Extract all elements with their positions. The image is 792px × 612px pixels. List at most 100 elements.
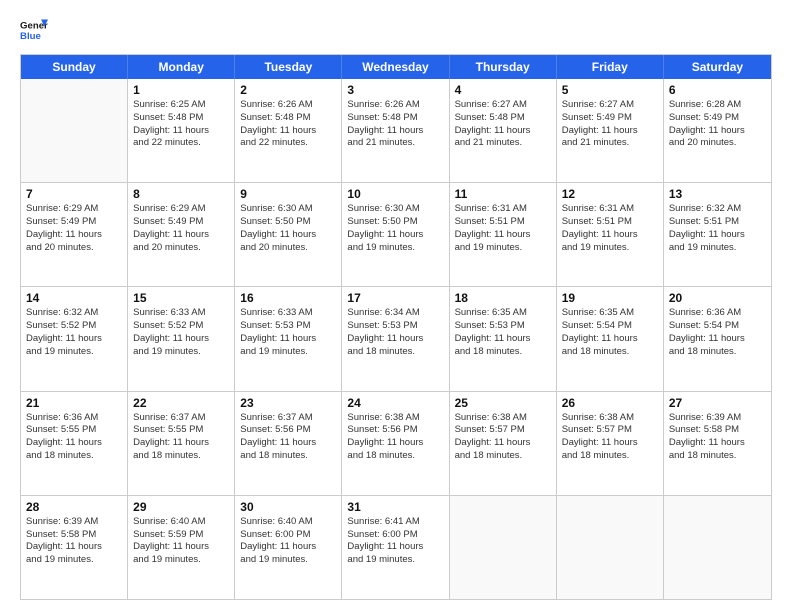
cell-info-line: Sunset: 5:56 PM xyxy=(240,424,336,437)
cell-info-line: Sunset: 5:52 PM xyxy=(133,320,229,333)
day-number: 1 xyxy=(133,83,229,97)
cell-info-line: Sunrise: 6:34 AM xyxy=(347,307,443,320)
day-number: 5 xyxy=(562,83,658,97)
cell-info-line: Daylight: 11 hours xyxy=(133,333,229,346)
cell-info-line: Sunset: 5:48 PM xyxy=(133,112,229,125)
cell-info-line: Daylight: 11 hours xyxy=(455,125,551,138)
calendar-row-1: 7Sunrise: 6:29 AMSunset: 5:49 PMDaylight… xyxy=(21,183,771,287)
cell-info-line: Daylight: 11 hours xyxy=(562,333,658,346)
header-cell-saturday: Saturday xyxy=(664,55,771,79)
cell-info-line: Sunrise: 6:30 AM xyxy=(347,203,443,216)
cell-info-line: Daylight: 11 hours xyxy=(669,333,766,346)
calendar-cell: 14Sunrise: 6:32 AMSunset: 5:52 PMDayligh… xyxy=(21,287,128,390)
cell-info-line: Daylight: 11 hours xyxy=(26,541,122,554)
cell-info-line: Sunset: 5:48 PM xyxy=(240,112,336,125)
header-cell-tuesday: Tuesday xyxy=(235,55,342,79)
cell-info-line: Daylight: 11 hours xyxy=(347,437,443,450)
cell-info-line: and 18 minutes. xyxy=(562,346,658,359)
calendar-cell: 28Sunrise: 6:39 AMSunset: 5:58 PMDayligh… xyxy=(21,496,128,599)
cell-info-line: Sunset: 5:51 PM xyxy=(455,216,551,229)
day-number: 20 xyxy=(669,291,766,305)
cell-info-line: and 18 minutes. xyxy=(455,346,551,359)
logo: General Blue xyxy=(20,16,48,44)
cell-info-line: Sunset: 5:51 PM xyxy=(669,216,766,229)
day-number: 15 xyxy=(133,291,229,305)
day-number: 4 xyxy=(455,83,551,97)
day-number: 16 xyxy=(240,291,336,305)
cell-info-line: Sunrise: 6:38 AM xyxy=(347,412,443,425)
calendar-header: SundayMondayTuesdayWednesdayThursdayFrid… xyxy=(21,55,771,79)
cell-info-line: Sunrise: 6:32 AM xyxy=(669,203,766,216)
cell-info-line: Sunrise: 6:31 AM xyxy=(455,203,551,216)
day-number: 23 xyxy=(240,396,336,410)
cell-info-line: and 19 minutes. xyxy=(240,346,336,359)
cell-info-line: Daylight: 11 hours xyxy=(669,229,766,242)
cell-info-line: Daylight: 11 hours xyxy=(240,541,336,554)
cell-info-line: and 19 minutes. xyxy=(562,242,658,255)
cell-info-line: Sunrise: 6:26 AM xyxy=(240,99,336,112)
cell-info-line: Sunrise: 6:36 AM xyxy=(26,412,122,425)
cell-info-line: and 18 minutes. xyxy=(26,450,122,463)
calendar-cell: 8Sunrise: 6:29 AMSunset: 5:49 PMDaylight… xyxy=(128,183,235,286)
cell-info-line: Sunrise: 6:27 AM xyxy=(562,99,658,112)
cell-info-line: and 18 minutes. xyxy=(455,450,551,463)
cell-info-line: Sunrise: 6:29 AM xyxy=(26,203,122,216)
calendar-cell: 27Sunrise: 6:39 AMSunset: 5:58 PMDayligh… xyxy=(664,392,771,495)
day-number: 13 xyxy=(669,187,766,201)
cell-info-line: Sunset: 5:56 PM xyxy=(347,424,443,437)
cell-info-line: Daylight: 11 hours xyxy=(347,333,443,346)
calendar-cell: 9Sunrise: 6:30 AMSunset: 5:50 PMDaylight… xyxy=(235,183,342,286)
cell-info-line: Sunrise: 6:38 AM xyxy=(455,412,551,425)
cell-info-line: Daylight: 11 hours xyxy=(669,437,766,450)
cell-info-line: and 21 minutes. xyxy=(562,137,658,150)
calendar-cell: 10Sunrise: 6:30 AMSunset: 5:50 PMDayligh… xyxy=(342,183,449,286)
cell-info-line: Daylight: 11 hours xyxy=(26,437,122,450)
cell-info-line: Sunrise: 6:37 AM xyxy=(133,412,229,425)
cell-info-line: Sunrise: 6:39 AM xyxy=(669,412,766,425)
header-cell-wednesday: Wednesday xyxy=(342,55,449,79)
cell-info-line: and 19 minutes. xyxy=(133,346,229,359)
cell-info-line: Daylight: 11 hours xyxy=(240,229,336,242)
cell-info-line: and 18 minutes. xyxy=(133,450,229,463)
day-number: 18 xyxy=(455,291,551,305)
cell-info-line: and 19 minutes. xyxy=(669,242,766,255)
cell-info-line: and 21 minutes. xyxy=(347,137,443,150)
cell-info-line: Daylight: 11 hours xyxy=(240,333,336,346)
cell-info-line: Sunset: 5:51 PM xyxy=(562,216,658,229)
calendar-cell: 5 Sunrise: 6:27 AMSunset: 5:49 PMDaylight… xyxy=(557,79,664,182)
cell-info-line: Sunset: 5:53 PM xyxy=(455,320,551,333)
cell-info-line: Sunset: 5:58 PM xyxy=(669,424,766,437)
cell-info-line: Sunrise: 6:35 AM xyxy=(562,307,658,320)
cell-info-line: Sunrise: 6:31 AM xyxy=(562,203,658,216)
cell-info-line: and 22 minutes. xyxy=(240,137,336,150)
cell-info-line: Sunrise: 6:30 AM xyxy=(240,203,336,216)
calendar-cell: 26Sunrise: 6:38 AMSunset: 5:57 PMDayligh… xyxy=(557,392,664,495)
cell-info-line: Sunrise: 6:33 AM xyxy=(133,307,229,320)
day-number: 9 xyxy=(240,187,336,201)
cell-info-line: Sunrise: 6:40 AM xyxy=(133,516,229,529)
cell-info-line: Daylight: 11 hours xyxy=(240,437,336,450)
calendar-cell: 18Sunrise: 6:35 AMSunset: 5:53 PMDayligh… xyxy=(450,287,557,390)
logo-icon: General Blue xyxy=(20,16,48,44)
calendar-cell: 21Sunrise: 6:36 AMSunset: 5:55 PMDayligh… xyxy=(21,392,128,495)
cell-info-line: Sunset: 5:55 PM xyxy=(133,424,229,437)
calendar-cell: 11Sunrise: 6:31 AMSunset: 5:51 PMDayligh… xyxy=(450,183,557,286)
cell-info-line: Daylight: 11 hours xyxy=(347,125,443,138)
cell-info-line: Sunset: 5:59 PM xyxy=(133,529,229,542)
header-cell-monday: Monday xyxy=(128,55,235,79)
cell-info-line: Sunset: 5:49 PM xyxy=(669,112,766,125)
cell-info-line: Sunset: 5:53 PM xyxy=(347,320,443,333)
cell-info-line: Sunrise: 6:25 AM xyxy=(133,99,229,112)
calendar-cell: 20Sunrise: 6:36 AMSunset: 5:54 PMDayligh… xyxy=(664,287,771,390)
cell-info-line: Sunrise: 6:32 AM xyxy=(26,307,122,320)
cell-info-line: Sunset: 5:57 PM xyxy=(455,424,551,437)
day-number: 8 xyxy=(133,187,229,201)
cell-info-line: Sunset: 6:00 PM xyxy=(347,529,443,542)
cell-info-line: and 20 minutes. xyxy=(133,242,229,255)
calendar-cell: 17Sunrise: 6:34 AMSunset: 5:53 PMDayligh… xyxy=(342,287,449,390)
day-number: 14 xyxy=(26,291,122,305)
cell-info-line: Sunrise: 6:40 AM xyxy=(240,516,336,529)
cell-info-line: Sunset: 5:49 PM xyxy=(562,112,658,125)
cell-info-line: Sunset: 5:55 PM xyxy=(26,424,122,437)
cell-info-line: Daylight: 11 hours xyxy=(562,125,658,138)
